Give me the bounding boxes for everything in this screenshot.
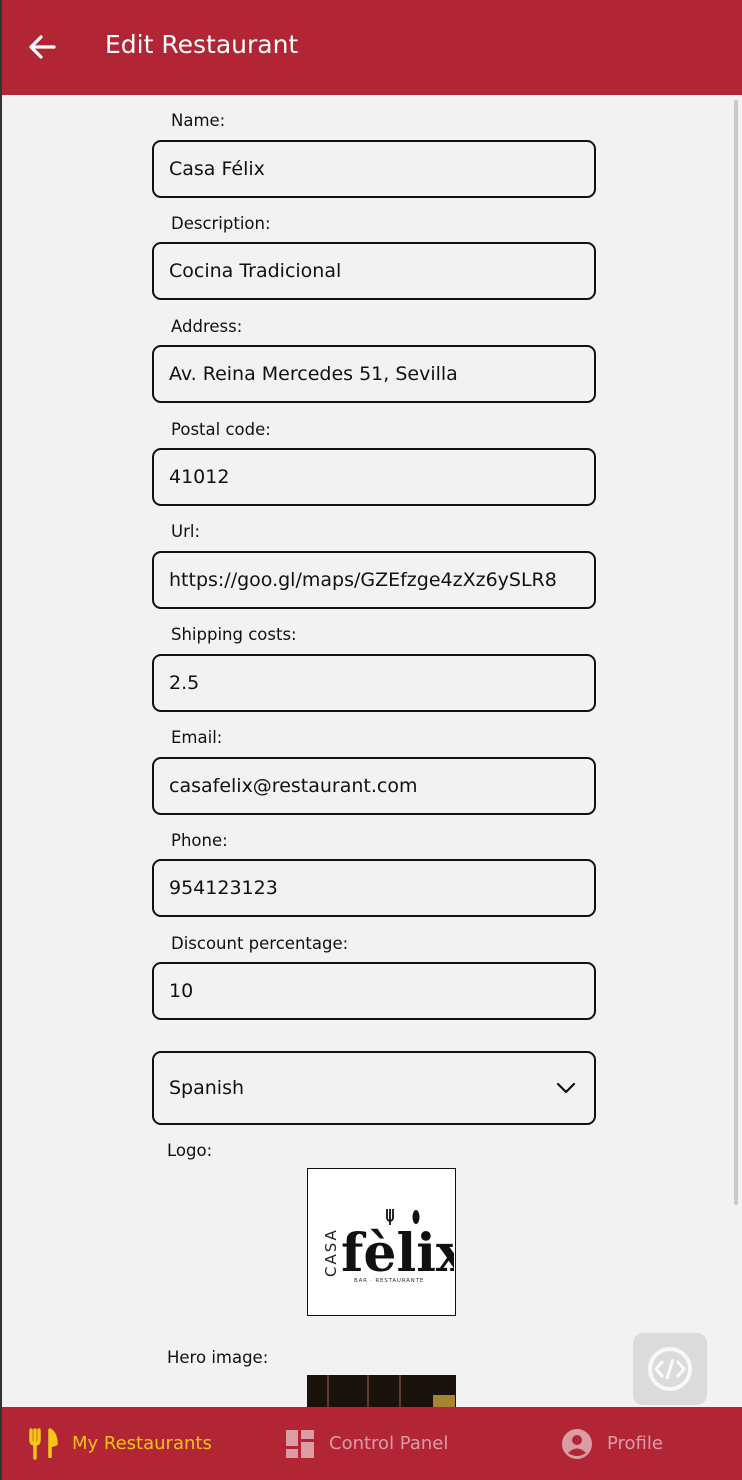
nav-profile[interactable]: Profile — [561, 1407, 663, 1480]
phone-field[interactable]: 954123123 — [152, 859, 596, 917]
address-field[interactable]: Av. Reina Mercedes 51, Sevilla — [152, 345, 596, 403]
postal-code-field[interactable]: 41012 — [152, 448, 596, 506]
app-bar: Edit Restaurant — [2, 0, 742, 95]
description-label: Description: — [171, 214, 271, 233]
svg-text:fèlix: fèlix — [341, 1223, 454, 1284]
code-icon[interactable] — [633, 1333, 707, 1405]
hero-image-label: Hero image: — [167, 1348, 269, 1367]
svg-text:CASA: CASA — [322, 1228, 340, 1277]
postal-code-label: Postal code: — [171, 420, 271, 439]
nav-my-restaurants-label: My Restaurants — [72, 1433, 212, 1454]
nav-control-panel[interactable]: Control Panel — [285, 1407, 448, 1480]
dashboard-icon — [286, 1429, 314, 1458]
chevron-down-icon — [556, 1082, 576, 1094]
hero-image[interactable] — [307, 1375, 456, 1407]
page-title: Edit Restaurant — [105, 30, 299, 59]
form-container[interactable]: Name: Casa Félix Description: Cocina Tra… — [2, 95, 742, 1407]
nav-control-panel-label: Control Panel — [329, 1433, 449, 1454]
email-label: Email: — [171, 728, 223, 747]
scrollbar[interactable] — [734, 100, 738, 1205]
account-circle-icon — [562, 1428, 592, 1459]
logo-label: Logo: — [167, 1141, 213, 1160]
utensils-icon — [29, 1427, 58, 1460]
name-label: Name: — [171, 111, 226, 130]
arrow-left-icon — [29, 35, 56, 59]
svg-text:BAR · RESTAURANTE: BAR · RESTAURANTE — [354, 1278, 424, 1284]
back-button[interactable] — [24, 28, 60, 66]
category-selected-value: Spanish — [169, 1077, 245, 1099]
nav-my-restaurants[interactable]: My Restaurants — [28, 1407, 212, 1480]
shipping-costs-field[interactable]: 2.5 — [152, 654, 596, 712]
category-select[interactable]: Spanish — [152, 1051, 596, 1125]
address-label: Address: — [171, 317, 243, 336]
bottom-navigation: My Restaurants Control Panel Profile — [2, 1407, 742, 1480]
shipping-costs-label: Shipping costs: — [171, 625, 297, 644]
discount-field[interactable]: 10 — [152, 962, 596, 1020]
logo-image[interactable]: CASA fèlix BAR · RESTAURANTE — [307, 1168, 468, 1316]
name-field[interactable]: Casa Félix — [152, 140, 596, 198]
discount-label: Discount percentage: — [171, 934, 349, 953]
description-field[interactable]: Cocina Tradicional — [152, 242, 596, 300]
code-brackets-icon — [648, 1347, 692, 1391]
casa-felix-logo: CASA fèlix BAR · RESTAURANTE — [322, 1209, 468, 1284]
url-field[interactable]: https://goo.gl/maps/GZEfzge4zXz6ySLR8 — [152, 551, 596, 609]
phone-label: Phone: — [171, 831, 228, 850]
email-field[interactable]: casafelix@restaurant.com — [152, 757, 596, 815]
nav-profile-label: Profile — [607, 1433, 663, 1454]
url-label: Url: — [171, 522, 201, 541]
